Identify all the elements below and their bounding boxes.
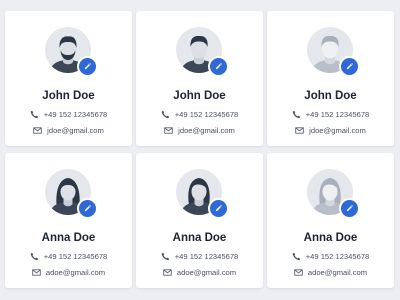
phone-row: +49 152 12345678 — [267, 252, 394, 261]
pencil-icon — [346, 204, 354, 212]
phone-row: +49 152 12345678 — [5, 110, 132, 119]
phone-number[interactable]: +49 152 12345678 — [306, 252, 370, 261]
contact-name: John Doe — [173, 90, 226, 102]
email-address[interactable]: adoe@gmail.com — [177, 268, 236, 277]
email-row: adoe@gmail.com — [5, 268, 132, 277]
phone-row: +49 152 12345678 — [5, 252, 132, 261]
pencil-icon — [346, 62, 354, 70]
envelope-icon — [294, 269, 303, 276]
edit-button[interactable] — [208, 198, 229, 219]
contact-card[interactable]: John Doe +49 152 12345678 jdoe@gmail.com — [5, 11, 132, 146]
contact-name: John Doe — [304, 90, 357, 102]
email-address[interactable]: jdoe@gmail.com — [47, 126, 104, 135]
envelope-icon — [164, 127, 173, 134]
email-row: jdoe@gmail.com — [267, 126, 394, 135]
contact-name: Anna Doe — [172, 232, 227, 244]
email-row: adoe@gmail.com — [267, 268, 394, 277]
edit-button[interactable] — [208, 56, 229, 77]
email-row: jdoe@gmail.com — [5, 126, 132, 135]
phone-number[interactable]: +49 152 12345678 — [306, 110, 370, 119]
edit-button[interactable] — [339, 198, 360, 219]
phone-icon — [30, 252, 38, 261]
pencil-icon — [215, 62, 223, 70]
phone-icon — [161, 252, 169, 261]
contact-name: John Doe — [42, 90, 95, 102]
phone-icon — [292, 110, 300, 119]
contact-card[interactable]: Anna Doe +49 152 12345678 adoe@gmail.com — [5, 153, 132, 288]
envelope-icon — [33, 127, 42, 134]
edit-button[interactable] — [339, 56, 360, 77]
phone-icon — [30, 110, 38, 119]
email-address[interactable]: adoe@gmail.com — [46, 268, 105, 277]
email-address[interactable]: jdoe@gmail.com — [309, 126, 366, 135]
envelope-icon — [32, 269, 41, 276]
contact-card[interactable]: Anna Doe +49 152 12345678 adoe@gmail.com — [136, 153, 263, 288]
pencil-icon — [84, 204, 92, 212]
envelope-icon — [295, 127, 304, 134]
phone-row: +49 152 12345678 — [136, 252, 263, 261]
contact-card[interactable]: John Doe +49 152 12345678 jdoe@gmail.com — [267, 11, 394, 146]
contact-card[interactable]: Anna Doe +49 152 12345678 adoe@gmail.com — [267, 153, 394, 288]
phone-number[interactable]: +49 152 12345678 — [175, 252, 239, 261]
email-address[interactable]: adoe@gmail.com — [308, 268, 367, 277]
email-row: adoe@gmail.com — [136, 268, 263, 277]
email-address[interactable]: jdoe@gmail.com — [178, 126, 235, 135]
contact-name: Anna Doe — [41, 232, 96, 244]
phone-number[interactable]: +49 152 12345678 — [175, 110, 239, 119]
phone-icon — [292, 252, 300, 261]
edit-button[interactable] — [77, 56, 98, 77]
pencil-icon — [84, 62, 92, 70]
email-row: jdoe@gmail.com — [136, 126, 263, 135]
phone-number[interactable]: +49 152 12345678 — [44, 252, 108, 261]
contact-name: Anna Doe — [303, 232, 358, 244]
edit-button[interactable] — [77, 198, 98, 219]
phone-icon — [161, 110, 169, 119]
contact-card[interactable]: John Doe +49 152 12345678 jdoe@gmail.com — [136, 11, 263, 146]
pencil-icon — [215, 204, 223, 212]
phone-number[interactable]: +49 152 12345678 — [44, 110, 108, 119]
phone-row: +49 152 12345678 — [267, 110, 394, 119]
envelope-icon — [163, 269, 172, 276]
phone-row: +49 152 12345678 — [136, 110, 263, 119]
